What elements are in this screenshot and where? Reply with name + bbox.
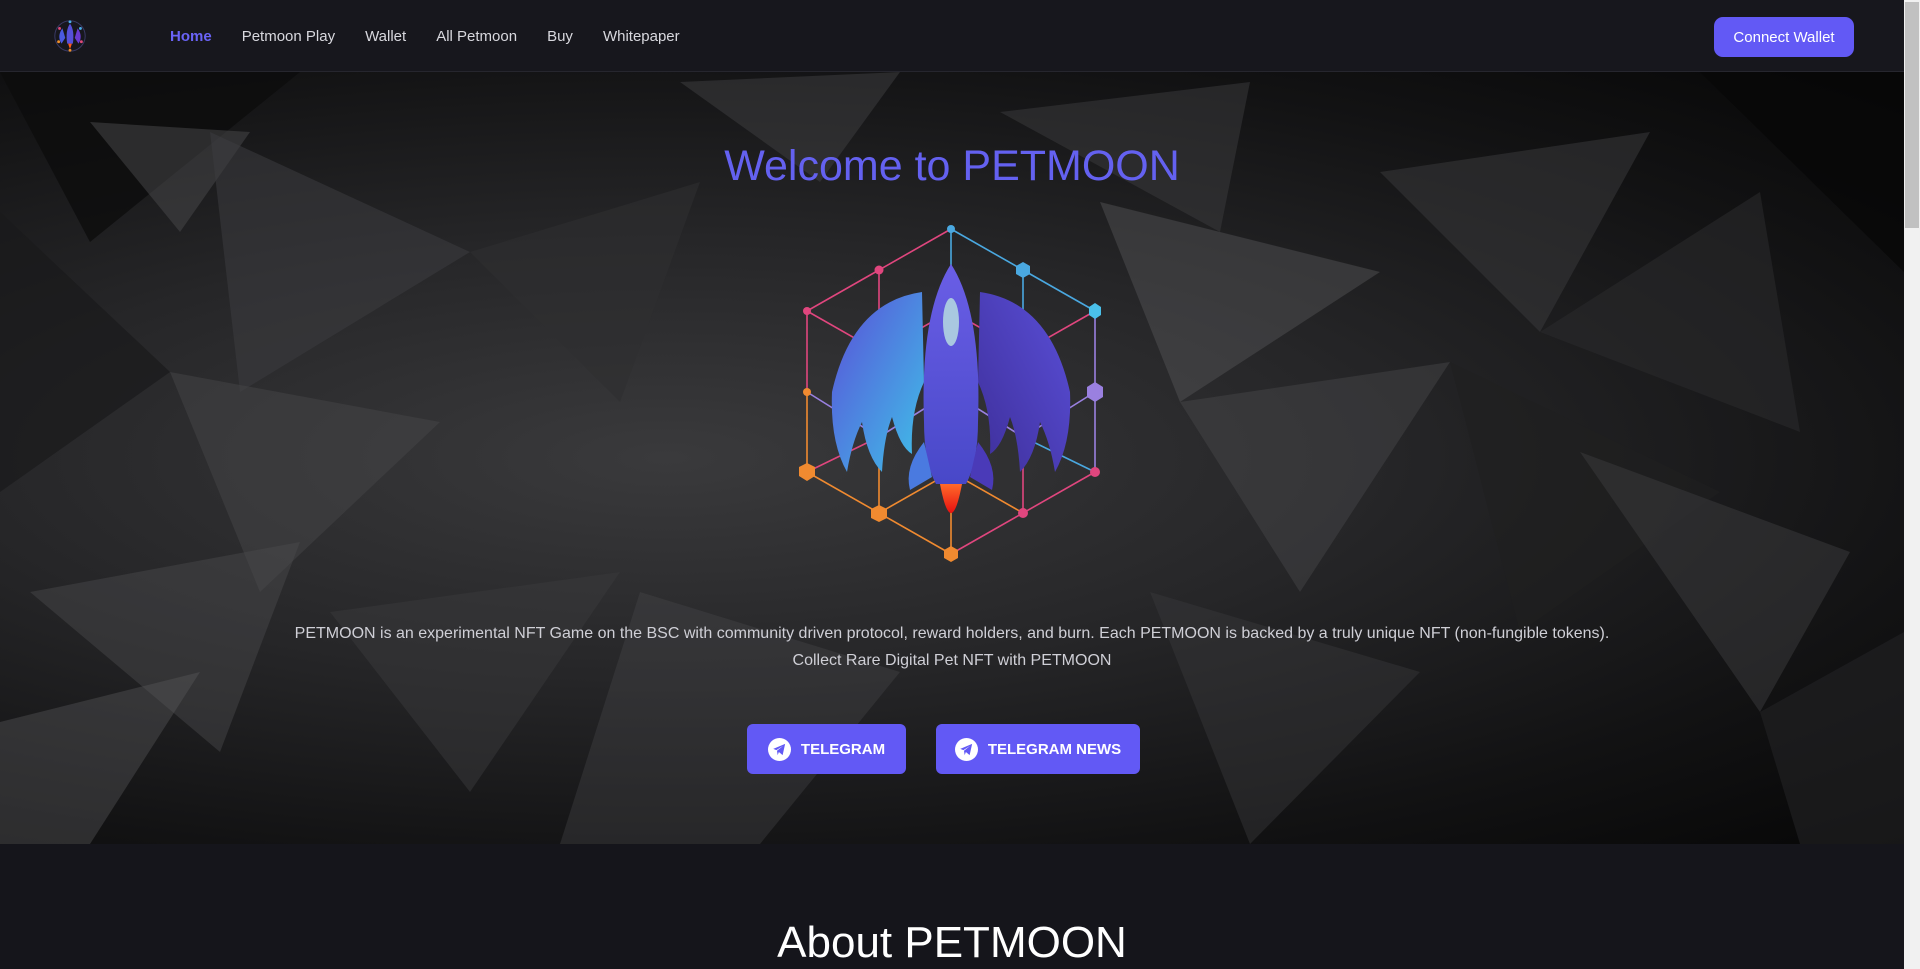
nav-link-whitepaper[interactable]: Whitepaper bbox=[603, 28, 680, 45]
scrollbar-thumb[interactable] bbox=[1905, 2, 1919, 228]
telegram-news-button-label: TELEGRAM NEWS bbox=[987, 740, 1122, 758]
nav-link-wallet[interactable]: Wallet bbox=[365, 28, 406, 45]
nav-link-petmoon-play[interactable]: Petmoon Play bbox=[242, 28, 335, 45]
nav-link-buy[interactable]: Buy bbox=[547, 28, 573, 45]
rocket-logo-icon[interactable] bbox=[51, 17, 89, 55]
hero-description: PETMOON is an experimental NFT Game on t… bbox=[0, 620, 1904, 674]
hero-description-line-1: PETMOON is an experimental NFT Game on t… bbox=[294, 625, 1610, 642]
telegram-icon bbox=[954, 737, 978, 761]
nav-link-all-petmoon[interactable]: All Petmoon bbox=[436, 28, 517, 45]
telegram-button-label: TELEGRAM bbox=[800, 740, 886, 758]
telegram-icon bbox=[767, 737, 791, 761]
telegram-button[interactable]: TELEGRAM bbox=[747, 724, 906, 774]
winged-rocket-hexagon-icon bbox=[799, 225, 1103, 562]
hero-title: Welcome to PETMOON bbox=[724, 142, 1180, 190]
top-navbar: Home Petmoon Play Wallet All Petmoon Buy… bbox=[0, 0, 1904, 72]
about-title: About PETMOON bbox=[777, 918, 1127, 967]
connect-wallet-button[interactable]: Connect Wallet bbox=[1714, 17, 1854, 57]
nav-link-home[interactable]: Home bbox=[170, 28, 212, 45]
telegram-news-button[interactable]: TELEGRAM NEWS bbox=[936, 724, 1140, 774]
hero-description-line-2: Collect Rare Digital Pet NFT with PETMOO… bbox=[792, 652, 1112, 669]
hero-section: Welcome to PETMOON PETMOON is an experim… bbox=[0, 72, 1904, 844]
